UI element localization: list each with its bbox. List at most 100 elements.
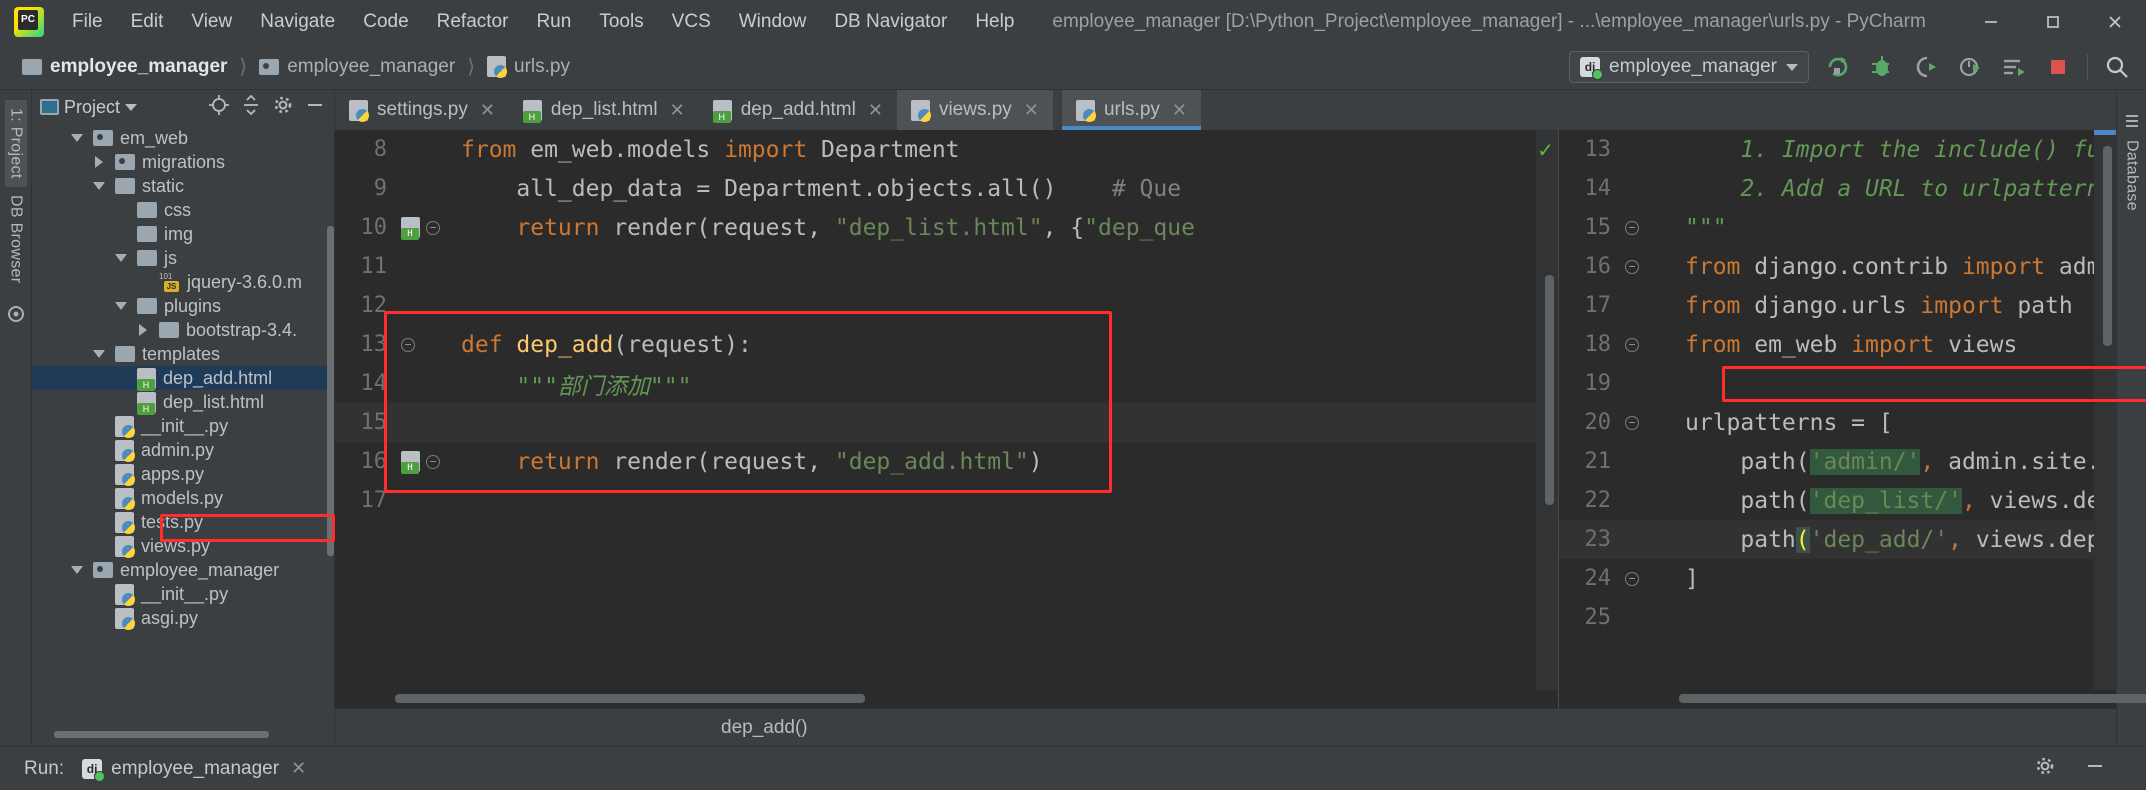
sidebar-item-project[interactable]: 1: Project [4,100,27,187]
code-line[interactable]: 22 path('dep_list/', views.dep_list), [1559,481,2116,520]
menu-help[interactable]: Help [961,7,1028,37]
code-line[interactable]: 17 [335,481,1558,520]
sidebar-item-database[interactable]: Database [2121,132,2143,219]
menu-refactor[interactable]: Refactor [423,7,523,37]
editor-tab-views-py[interactable]: views.py ✕ [896,90,1053,130]
code-line[interactable]: 17 from django.urls import path [1559,286,2116,325]
tree-item--init-py[interactable]: __init__.py [32,582,334,606]
structure-icon[interactable] [5,303,27,325]
close-icon[interactable]: ✕ [868,100,883,121]
tree-item-views-py[interactable]: views.py [32,534,334,558]
maximize-button[interactable] [2022,0,2084,44]
close-icon[interactable]: ✕ [1024,100,1039,121]
tree-twisty-right-icon[interactable] [134,324,152,336]
menu-navigate[interactable]: Navigate [246,7,349,37]
code-line[interactable]: 18− from em_web import views [1559,325,2116,364]
settings-gear-icon[interactable] [2034,755,2056,782]
close-icon[interactable]: ✕ [1172,100,1187,121]
settings-gear-icon[interactable] [272,94,294,121]
marker-bar-right[interactable] [2094,130,2116,708]
tree-item-employee-manager[interactable]: employee_manager [32,558,334,582]
close-icon[interactable]: ✕ [480,100,495,121]
code-line[interactable]: 14 """部门添加""" [335,364,1558,403]
tree-item-img[interactable]: img [32,222,334,246]
tree-item-admin-py[interactable]: admin.py [32,438,334,462]
tree-item-bootstrap-3-4-[interactable]: bootstrap-3.4. [32,318,334,342]
gutter-area[interactable]: − [1621,415,1681,430]
search-icon[interactable] [2102,52,2132,82]
code-line[interactable]: 21 path('admin/', admin.site.urls), [1559,442,2116,481]
breadcrumb-item-module[interactable]: employee_manager [253,54,461,80]
editor-tab-settings-py[interactable]: settings.py ✕ [335,90,509,130]
tree-twisty-down-icon[interactable] [68,134,86,142]
rerun-icon[interactable] [1823,52,1853,82]
menu-tools[interactable]: Tools [585,7,657,37]
tree-item-migrations[interactable]: migrations [32,150,334,174]
menu-vcs[interactable]: VCS [658,7,725,37]
editor-horizontal-scrollbar-right[interactable] [1559,690,2146,708]
breadcrumb-item-file[interactable]: urls.py [481,54,576,80]
editor-horizontal-scrollbar-left[interactable] [335,690,1558,708]
gutter-area[interactable]: − [397,451,457,474]
code-view-urls-py[interactable]: 13 1. Import the include() function: fro… [1559,130,2116,690]
tree-item--init-py[interactable]: __init__.py [32,414,334,438]
tree-twisty-down-icon[interactable] [68,566,86,574]
code-line[interactable]: 23 path('dep_add/', views.dep_add), [1559,520,2116,559]
tree-item-em-web[interactable]: em_web [32,126,334,150]
tree-item-js[interactable]: js [32,246,334,270]
code-line[interactable]: 16 − return render(request, "dep_add.html… [335,442,1558,481]
tree-item-models-py[interactable]: models.py [32,486,334,510]
run-configuration-selector[interactable]: dj employee_manager [1569,51,1809,83]
menu-run[interactable]: Run [522,7,585,37]
code-line[interactable]: 15 [335,403,1558,442]
fold-toggle-icon[interactable]: − [426,220,440,235]
tree-item-templates[interactable]: templates [32,342,334,366]
tree-item-dep-add-html[interactable]: dep_add.html [32,366,334,391]
fold-toggle-icon[interactable]: − [1625,415,1639,430]
menu-view[interactable]: View [177,7,246,37]
gutter-area[interactable]: − [1621,337,1681,352]
tree-item-jquery-3-6-0-m[interactable]: jquery-3.6.0.m [32,270,334,294]
fold-toggle-icon[interactable]: − [1625,571,1639,586]
code-line[interactable]: 15− """ [1559,208,2116,247]
close-icon[interactable]: ✕ [291,758,306,779]
fold-toggle-icon[interactable]: − [1625,259,1639,274]
run-coverage-icon[interactable] [1911,52,1941,82]
fold-toggle-icon[interactable]: − [1625,220,1639,235]
code-line[interactable]: 9 all_dep_data = Department.objects.all(… [335,169,1558,208]
gutter-area[interactable]: − [397,337,457,352]
code-line[interactable]: 20− urlpatterns = [ [1559,403,2116,442]
tree-twisty-down-icon[interactable] [112,254,130,262]
code-line[interactable]: 13 1. Import the include() function: fro… [1559,130,2117,169]
fold-toggle-icon[interactable]: − [1625,337,1639,352]
code-line[interactable]: 11 [335,247,1558,286]
code-line[interactable]: 14 2. Add a URL to urlpatterns: path('bl… [1559,169,2117,208]
marker-bar-left[interactable]: ✓ [1536,130,1558,708]
hide-icon[interactable] [2084,755,2106,782]
menu-file[interactable]: File [58,7,117,37]
debug-icon[interactable] [1867,52,1897,82]
tree-item-css[interactable]: css [32,198,334,222]
tree-item-plugins[interactable]: plugins [32,294,334,318]
minimize-button[interactable] [1960,0,2022,44]
project-panel-title-group[interactable]: Project [40,97,138,118]
fold-toggle-icon[interactable]: − [401,337,415,352]
tree-twisty-down-icon[interactable] [90,350,108,358]
project-vertical-scrollbar[interactable] [327,226,334,556]
sidebar-item-db-browser[interactable]: DB Browser [5,187,27,291]
editor-tab-dep-list-html[interactable]: dep_list.html ✕ [509,90,699,130]
code-line[interactable]: 12 [335,286,1558,325]
close-button[interactable] [2084,0,2146,44]
code-line[interactable]: 16− from django.contrib import admin [1559,247,2117,286]
code-line[interactable]: 13− def dep_add(request): [335,325,1558,364]
breadcrumb-item-project[interactable]: employee_manager [16,54,233,80]
code-line[interactable]: 8 from em_web.models import Department [335,130,1558,169]
run-with-console-icon[interactable] [1999,52,2029,82]
tree-twisty-down-icon[interactable] [90,182,108,190]
project-horizontal-scrollbar[interactable] [54,731,269,738]
editor-tab-urls-py[interactable]: urls.py ✕ [1061,90,1202,130]
code-line[interactable]: 19 [1559,364,2116,403]
collapse-all-icon[interactable] [240,94,262,121]
tree-item-apps-py[interactable]: apps.py [32,462,334,486]
tree-item-tests-py[interactable]: tests.py [32,510,334,534]
